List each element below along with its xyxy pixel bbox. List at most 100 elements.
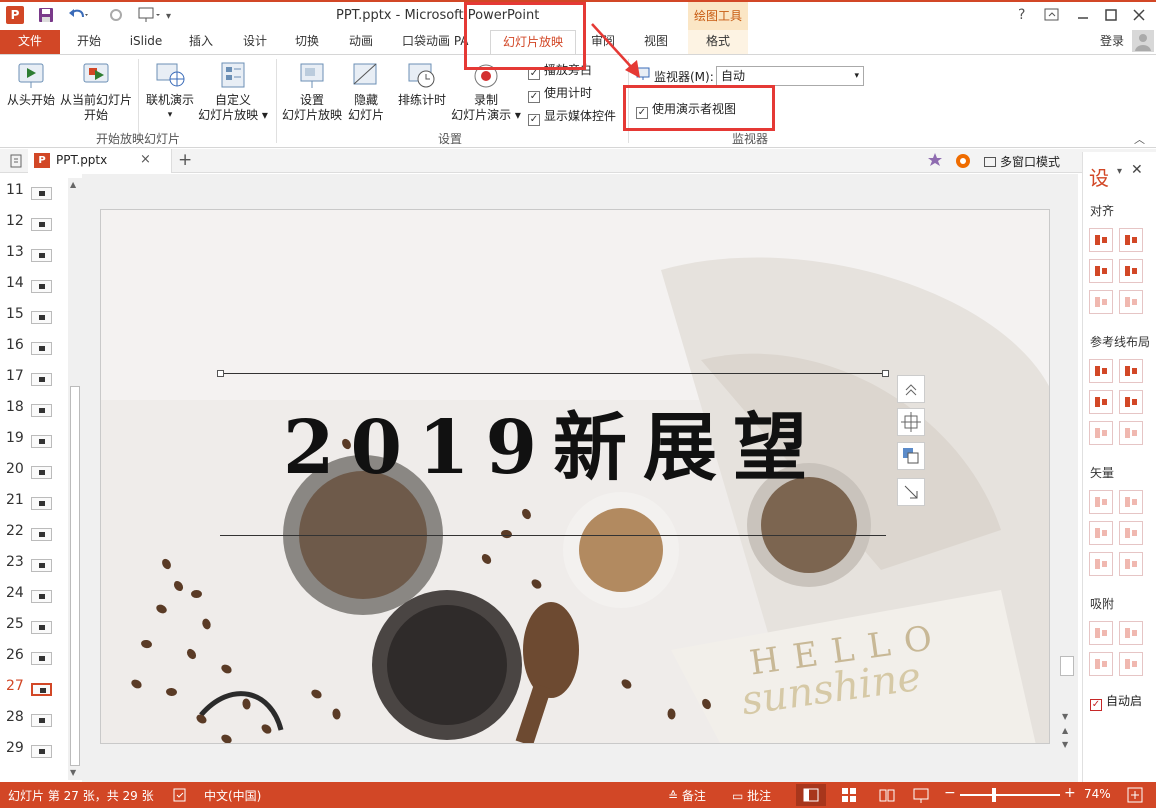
snap-right-icon[interactable] — [1119, 652, 1143, 676]
slide-thumbnail[interactable]: 24 — [4, 585, 64, 616]
tab-format[interactable]: 格式 — [688, 30, 748, 54]
slide-thumbnail[interactable]: 23 — [4, 554, 64, 585]
tab-transitions[interactable]: 切换 — [286, 30, 328, 54]
slide-title[interactable]: 2019新展望 — [220, 402, 886, 494]
monitor-select[interactable]: 自动 ▾ — [716, 66, 864, 86]
login-link[interactable]: 登录 — [1094, 30, 1130, 54]
slide-thumbnail[interactable]: 27 — [4, 678, 64, 709]
distribute-v-icon[interactable] — [1119, 290, 1143, 314]
canvas-scrollbar[interactable]: ▼ ▲ ▼ — [1060, 174, 1074, 754]
comments-button[interactable]: ▭ 批注 — [732, 787, 771, 804]
slideshow-view-icon[interactable] — [912, 786, 930, 804]
close-icon[interactable] — [1132, 8, 1146, 22]
slide-thumbnail[interactable]: 14 — [4, 275, 64, 306]
rehearse-timings-button[interactable]: 排练计时 — [394, 61, 450, 108]
slide-thumbnail-image[interactable] — [31, 187, 52, 200]
slide-thumbnail[interactable]: 19 — [4, 430, 64, 461]
slide-thumbnail-image[interactable] — [31, 590, 52, 603]
ribbon-display-icon[interactable] — [1044, 8, 1060, 22]
close-tab-icon[interactable]: × — [140, 152, 151, 167]
zoom-level[interactable]: 74% — [1084, 787, 1111, 801]
align-middle-icon[interactable] — [1119, 259, 1143, 283]
help-icon[interactable]: ? — [1018, 7, 1025, 23]
slide-thumbnail-image[interactable] — [31, 311, 52, 324]
slideshow-quick-icon[interactable] — [137, 7, 161, 23]
slide-thumbnail[interactable]: 18 — [4, 399, 64, 430]
avatar[interactable] — [1132, 30, 1154, 52]
guide-width-icon[interactable] — [1089, 421, 1113, 445]
tab-file[interactable]: 文件 — [0, 30, 60, 54]
slide-sorter-icon[interactable] — [840, 786, 858, 804]
vector-subtract-icon[interactable] — [1119, 521, 1143, 545]
custom-slideshow-button[interactable]: 自定义 幻灯片放映 ▾ — [198, 61, 268, 123]
align-left-icon[interactable] — [1089, 228, 1113, 252]
slide-thumbnail-image[interactable] — [31, 497, 52, 510]
slide-thumbnail-image[interactable] — [31, 652, 52, 665]
magic-wand-icon[interactable] — [926, 152, 944, 170]
snap-bottom-icon[interactable] — [1119, 621, 1143, 645]
maximize-icon[interactable] — [1104, 8, 1118, 22]
slide-thumbnail-image[interactable] — [31, 745, 52, 758]
slide-thumbnail[interactable]: 29 — [4, 740, 64, 771]
slide-thumbnail[interactable]: 13 — [4, 244, 64, 275]
slide-thumbnail-image[interactable] — [31, 621, 52, 634]
tab-home[interactable]: 开始 — [68, 30, 110, 54]
slide-thumbnail[interactable]: 22 — [4, 523, 64, 554]
show-media-controls-checkbox[interactable]: ✓ 显示媒体控件 — [528, 107, 616, 126]
tab-insert[interactable]: 插入 — [180, 30, 222, 54]
slide-thumbnail-image[interactable] — [31, 373, 52, 386]
slide-thumbnail-image[interactable] — [31, 683, 52, 696]
slide-thumbnail[interactable]: 26 — [4, 647, 64, 678]
layer-icon[interactable] — [897, 442, 925, 470]
slide-thumbnail-image[interactable] — [31, 559, 52, 572]
distribute-h-icon[interactable] — [1089, 290, 1113, 314]
tab-islide[interactable]: iSlide — [122, 30, 170, 54]
new-doc-icon[interactable] — [8, 153, 24, 169]
zoom-out-icon[interactable]: − — [944, 785, 956, 801]
language-indicator[interactable]: 中文(中国) — [204, 787, 261, 804]
slide-thumbnail-image[interactable] — [31, 466, 52, 479]
slide-thumbnail[interactable]: 15 — [4, 306, 64, 337]
undo-icon[interactable] — [67, 7, 89, 23]
collapse-up-icon[interactable] — [897, 375, 925, 403]
spellcheck-icon[interactable] — [172, 787, 188, 803]
slide-thumbnail[interactable]: 11 — [4, 182, 64, 213]
hide-slide-button[interactable]: 隐藏 幻灯片 — [346, 61, 386, 123]
guide-height-icon[interactable] — [1119, 421, 1143, 445]
panel-dropdown-icon[interactable]: ▾ — [1117, 166, 1122, 177]
guide-middle-icon[interactable] — [1119, 390, 1143, 414]
slide-thumbnail-image[interactable] — [31, 528, 52, 541]
zoom-slider[interactable] — [960, 788, 1060, 802]
slide-thumbnail-image[interactable] — [31, 280, 52, 293]
from-beginning-button[interactable]: 从头开始 — [4, 61, 58, 108]
settings-gear-icon[interactable] — [954, 152, 972, 170]
slide-thumbnail[interactable]: 16 — [4, 337, 64, 368]
zoom-in-icon[interactable]: + — [1064, 785, 1076, 801]
snap-left-icon[interactable] — [1089, 652, 1113, 676]
selection-handle[interactable] — [882, 370, 889, 377]
align-center-h-icon[interactable] — [1119, 228, 1143, 252]
slide-thumbnail-image[interactable] — [31, 218, 52, 231]
multiwindow-button[interactable]: 多窗口模式 — [984, 153, 1060, 170]
slide-thumbnail-image[interactable] — [31, 435, 52, 448]
panel-close-icon[interactable]: ✕ — [1131, 162, 1143, 178]
record-slideshow-button[interactable]: 录制 幻灯片演示 ▾ — [450, 61, 522, 123]
slide-thumbnail[interactable]: 17 — [4, 368, 64, 399]
tab-animations[interactable]: 动画 — [340, 30, 382, 54]
setup-slideshow-button[interactable]: 设置 幻灯片放映 — [280, 61, 344, 123]
auto-enable-checkbox[interactable]: ✓ 自动启 — [1090, 692, 1142, 711]
customize-qat-icon[interactable]: ▾ — [166, 11, 171, 22]
guide-left-icon[interactable] — [1089, 359, 1113, 383]
align-top-icon[interactable] — [1089, 259, 1113, 283]
align-center-icon[interactable] — [897, 408, 925, 436]
resize-icon[interactable] — [897, 478, 925, 506]
collapse-ribbon-icon[interactable]: ︿ — [1134, 131, 1145, 147]
vector-union-icon[interactable] — [1089, 490, 1113, 514]
normal-view-icon[interactable] — [796, 784, 826, 806]
minimize-icon[interactable] — [1076, 8, 1090, 22]
online-present-button[interactable]: 联机演示 ▾ — [142, 61, 198, 123]
from-current-button[interactable]: 从当前幻灯片 开始 — [58, 61, 134, 123]
redo-icon[interactable] — [108, 7, 124, 23]
selection-handle[interactable] — [217, 370, 224, 377]
document-tab[interactable]: P PPT.pptx × — [28, 149, 172, 173]
